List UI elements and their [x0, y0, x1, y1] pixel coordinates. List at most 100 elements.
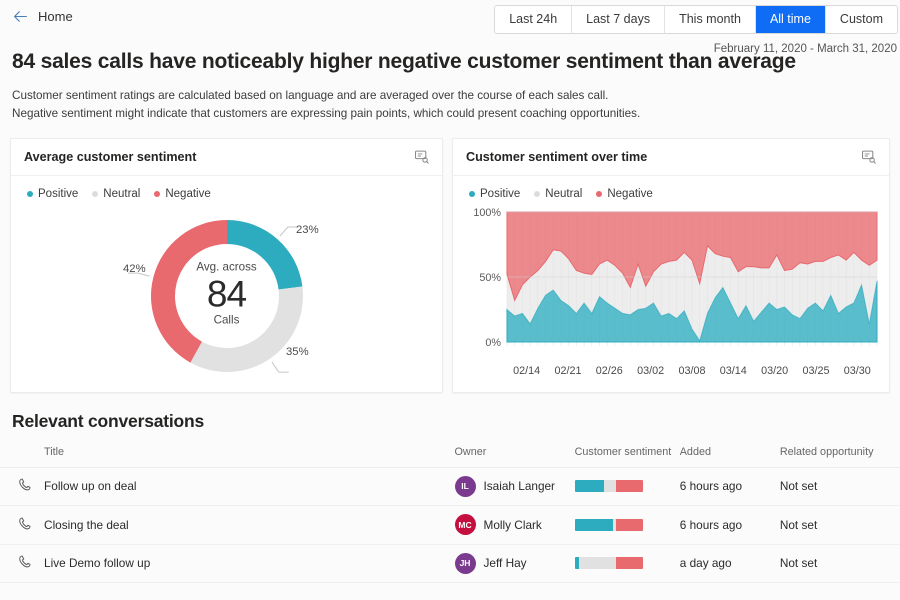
area-x-tick-label: 03/14: [713, 365, 754, 377]
legend-label-negative: Negative: [165, 188, 210, 200]
donut-leader-line: [279, 227, 297, 236]
legend-dot-negative: [596, 191, 602, 197]
area-x-tick-label: 02/21: [547, 365, 588, 377]
description-line-1: Customer sentiment ratings are calculate…: [12, 87, 900, 105]
cell-icon: [0, 544, 44, 583]
donut-leader-line: [271, 362, 288, 372]
page-description: Customer sentiment ratings are calculate…: [12, 87, 900, 123]
table-header-row: Title Owner Customer sentiment Added Rel…: [0, 446, 900, 468]
sentiment-bar: [575, 519, 643, 531]
sentiment-bar: [575, 480, 643, 492]
area-y-tick-label: 50%: [479, 272, 501, 284]
card-header: Average customer sentiment: [11, 139, 442, 176]
report-chart-icon[interactable]: [414, 150, 429, 164]
legend-label-neutral: Neutral: [103, 188, 140, 200]
sentiment-bar-neutral: [579, 557, 616, 569]
legend-dot-positive: [27, 191, 33, 197]
filter-last-7-days[interactable]: Last 7 days: [571, 6, 664, 33]
column-customer-sentiment[interactable]: Customer sentiment: [575, 446, 680, 468]
legend-dot-neutral: [534, 191, 540, 197]
home-back-link[interactable]: Home: [12, 8, 73, 25]
home-label: Home: [38, 9, 73, 24]
area-x-axis-labels: 02/1402/2102/2603/0203/0803/1403/2003/25…: [506, 365, 878, 377]
sentiment-bar-positive: [575, 480, 604, 492]
cell-title[interactable]: Follow up on deal: [44, 467, 454, 506]
sentiment-bar: [575, 557, 643, 569]
sentiment-bar-negative: [616, 557, 643, 569]
cell-owner: JHJeff Hay: [455, 544, 575, 583]
table-row[interactable]: Follow up on dealILIsaiah Langer 6 hours …: [0, 467, 900, 506]
charts-row: Average customer sentiment Positive Neut…: [10, 138, 890, 393]
owner-wrapper: JHJeff Hay: [455, 553, 575, 574]
phone-call-icon: [17, 558, 32, 572]
column-title[interactable]: Title: [44, 446, 454, 468]
owner-wrapper: ILIsaiah Langer: [455, 476, 575, 497]
table-header: Title Owner Customer sentiment Added Rel…: [0, 446, 900, 468]
donut-center-label: Avg. across 84 Calls: [162, 260, 292, 326]
area-chart-svg: 0% 50% 100%: [463, 206, 883, 358]
legend-item-positive[interactable]: Positive: [469, 188, 520, 200]
card-header: Customer sentiment over time: [453, 139, 889, 176]
legend-dot-neutral: [92, 191, 98, 197]
donut-legend: Positive Neutral Negative: [11, 176, 442, 200]
report-chart-icon[interactable]: [861, 150, 876, 164]
table-row[interactable]: Closing the dealMCMolly Clark6 hours ago…: [0, 506, 900, 545]
area-y-tick-label: 100%: [473, 207, 501, 219]
legend-label-neutral: Neutral: [545, 188, 582, 200]
cell-title[interactable]: Live Demo follow up: [44, 544, 454, 583]
cell-added: a day ago: [680, 544, 780, 583]
table-row[interactable]: Live Demo follow upJHJeff Haya day agoNo…: [0, 544, 900, 583]
area-chart: 0% 50% 100% 02/1402/2102/2603/0203/0803/14…: [453, 200, 889, 377]
time-range-filter-group: Last 24h Last 7 days This month All time…: [494, 5, 898, 34]
donut-label-negative: 42%: [123, 263, 146, 275]
legend-dot-positive: [469, 191, 475, 197]
donut-label-positive: 23%: [296, 224, 319, 236]
legend-item-neutral[interactable]: Neutral: [534, 188, 582, 200]
cell-icon: [0, 467, 44, 506]
column-related-opportunity[interactable]: Related opportunity: [780, 446, 900, 468]
area-y-tick-label: 0%: [485, 337, 501, 349]
cell-added: 6 hours ago: [680, 467, 780, 506]
area-x-tick-label: 03/02: [630, 365, 671, 377]
cell-related-opportunity: Not set: [780, 467, 900, 506]
cell-customer-sentiment: [575, 544, 680, 583]
area-x-tick-label: 02/14: [506, 365, 547, 377]
donut-chart: Avg. across 84 Calls 23% 35% 42%: [11, 200, 442, 390]
date-range-label: February 11, 2020 - March 31, 2020: [714, 43, 897, 55]
filter-this-month[interactable]: This month: [664, 6, 755, 33]
legend-item-negative[interactable]: Negative: [154, 188, 210, 200]
legend-item-neutral[interactable]: Neutral: [92, 188, 140, 200]
donut-center-value: 84: [162, 273, 292, 314]
avatar[interactable]: IL: [455, 476, 476, 497]
top-bar: Home Last 24h Last 7 days This month All…: [0, 0, 900, 32]
cell-title[interactable]: Closing the deal: [44, 506, 454, 545]
average-customer-sentiment-card: Average customer sentiment Positive Neut…: [10, 138, 443, 393]
legend-item-positive[interactable]: Positive: [27, 188, 78, 200]
column-owner[interactable]: Owner: [455, 446, 575, 468]
column-added[interactable]: Added: [680, 446, 780, 468]
table-body: Follow up on dealILIsaiah Langer 6 hours …: [0, 467, 900, 583]
legend-label-positive: Positive: [480, 188, 520, 200]
phone-call-icon: [17, 481, 32, 495]
arrow-left-icon: [12, 8, 29, 25]
cell-customer-sentiment: [575, 506, 680, 545]
filter-custom[interactable]: Custom: [825, 6, 897, 33]
area-x-tick-label: 03/30: [837, 365, 878, 377]
donut-center-top: Avg. across: [162, 260, 292, 273]
sentiment-bar-positive: [575, 519, 613, 531]
legend-dot-negative: [154, 191, 160, 197]
avatar[interactable]: JH: [455, 553, 476, 574]
area-x-tick-label: 02/26: [589, 365, 630, 377]
area-x-tick-label: 03/20: [754, 365, 795, 377]
avatar[interactable]: MC: [455, 514, 476, 535]
cell-related-opportunity: Not set: [780, 506, 900, 545]
filter-last-24h[interactable]: Last 24h: [495, 6, 571, 33]
owner-wrapper: MCMolly Clark: [455, 514, 575, 535]
legend-item-negative[interactable]: Negative: [596, 188, 652, 200]
card-title: Customer sentiment over time: [466, 150, 647, 164]
donut-label-neutral: 35%: [286, 346, 309, 358]
card-title: Average customer sentiment: [24, 150, 196, 164]
legend-label-positive: Positive: [38, 188, 78, 200]
sentiment-bar-negative: [616, 480, 643, 492]
filter-all-time[interactable]: All time: [755, 6, 825, 33]
